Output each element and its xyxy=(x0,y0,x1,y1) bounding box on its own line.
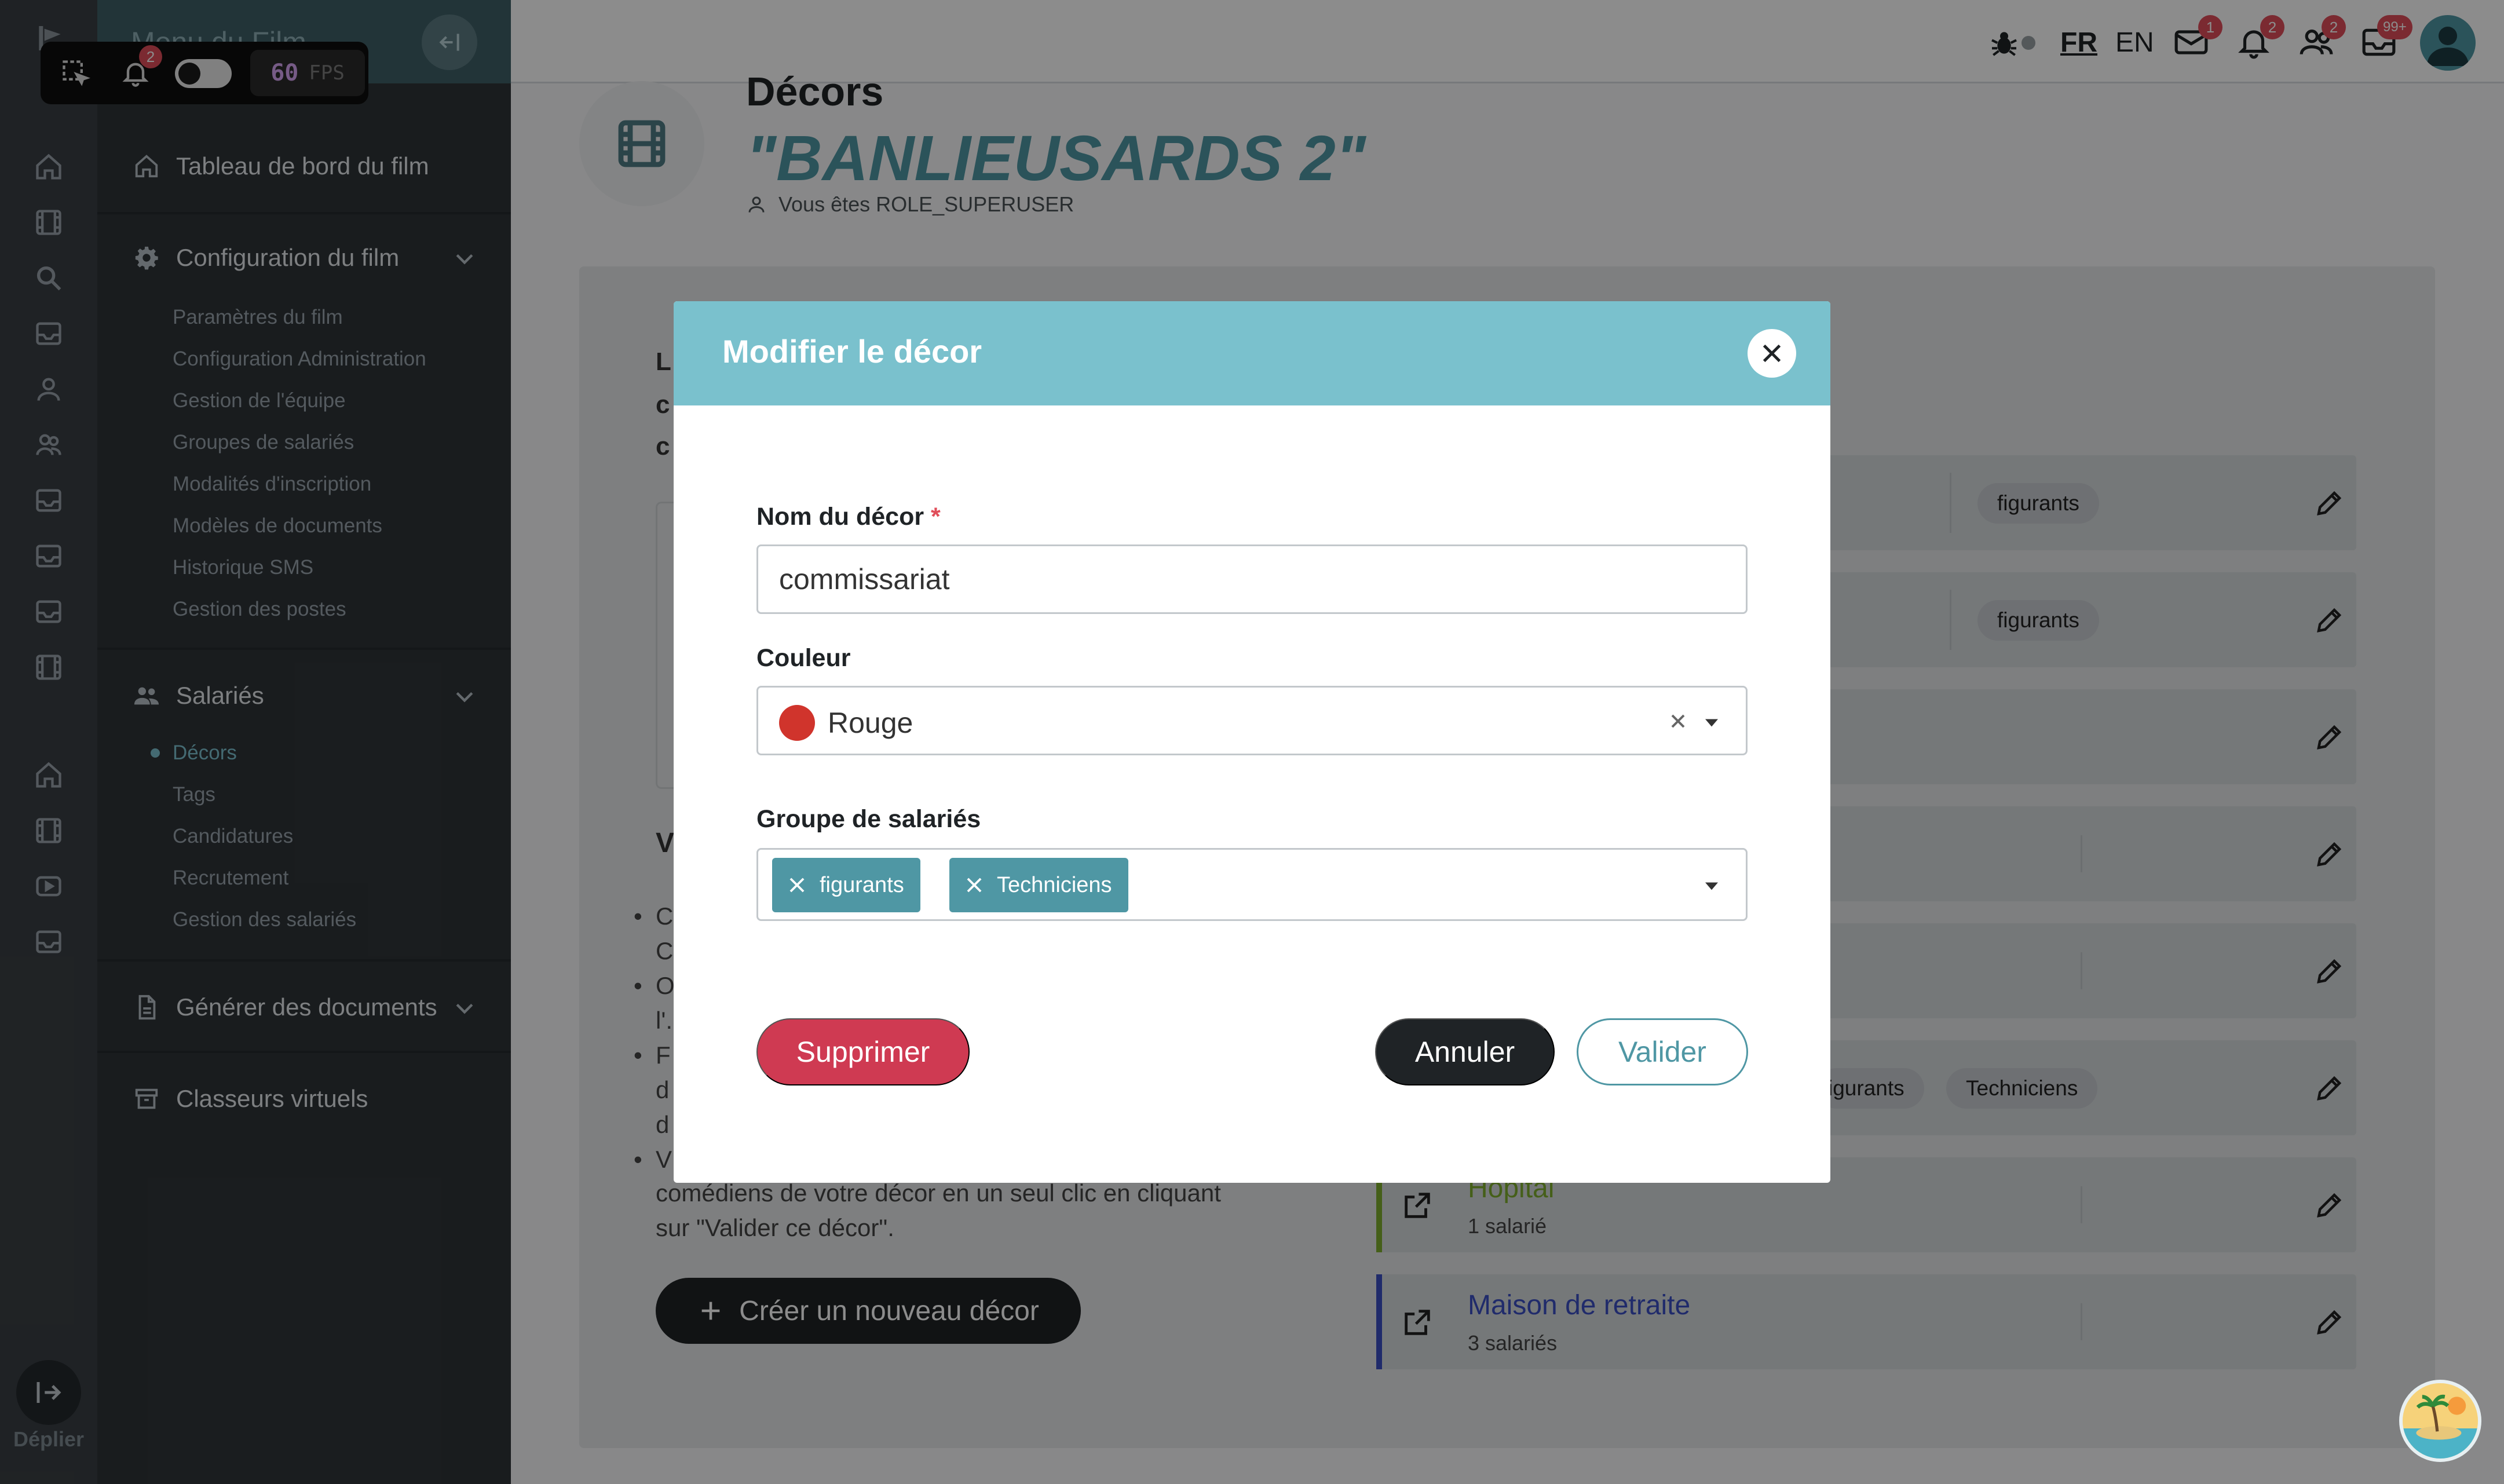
caret-down-icon[interactable] xyxy=(1699,710,1724,735)
label-text: Nom du décor xyxy=(756,503,924,531)
selected-tag[interactable]: figurants xyxy=(772,858,920,912)
modal-header: Modifier le décor xyxy=(674,301,1830,405)
cancel-button[interactable]: Annuler xyxy=(1375,1018,1555,1085)
modal-title: Modifier le décor xyxy=(722,333,982,370)
close-button[interactable] xyxy=(1748,329,1796,378)
selected-tag[interactable]: Techniciens xyxy=(949,858,1128,912)
validate-button[interactable]: Valider xyxy=(1577,1018,1748,1085)
edit-decor-modal: Modifier le décor Nom du décor * Couleur… xyxy=(674,301,1830,1183)
tag-label: Techniciens xyxy=(997,872,1112,897)
clear-icon[interactable] xyxy=(1666,710,1690,733)
decor-name-input[interactable] xyxy=(756,544,1748,614)
color-swatch xyxy=(779,705,815,741)
group-multiselect[interactable]: figurants Techniciens xyxy=(756,848,1748,921)
group-field-label: Groupe de salariés xyxy=(756,805,981,833)
color-field-label: Couleur xyxy=(756,644,851,672)
assistant-avatar[interactable] xyxy=(2399,1380,2481,1462)
remove-tag-icon[interactable] xyxy=(963,874,985,896)
remove-tag-icon[interactable] xyxy=(786,874,808,896)
island-icon xyxy=(2403,1383,2478,1459)
delete-button[interactable]: Supprimer xyxy=(756,1018,970,1085)
color-select[interactable]: Rouge xyxy=(756,686,1748,755)
name-field-label: Nom du décor * xyxy=(756,503,941,531)
caret-down-icon[interactable] xyxy=(1699,873,1724,898)
required-mark: * xyxy=(931,503,941,531)
close-icon xyxy=(1763,344,1781,363)
tag-label: figurants xyxy=(820,872,904,897)
color-selected-value: Rouge xyxy=(828,707,913,739)
